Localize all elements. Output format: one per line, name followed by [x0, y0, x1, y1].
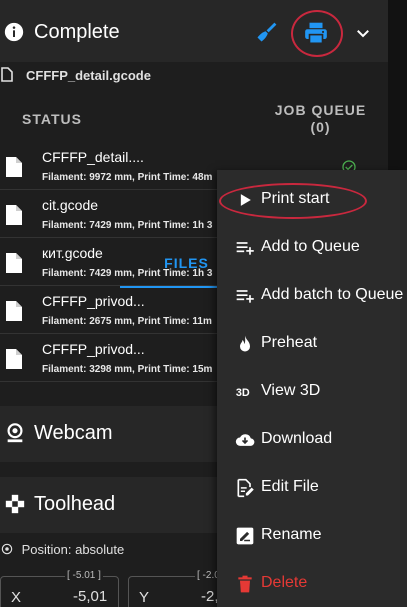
annotation-circle	[219, 183, 367, 219]
chevron-down-icon[interactable]	[354, 24, 372, 42]
playlist-add-icon	[236, 290, 254, 303]
menu-item-add-batch-to-queue[interactable]: Add batch to Queue	[217, 272, 407, 320]
broom-icon[interactable]	[255, 20, 279, 44]
file-icon	[6, 301, 22, 321]
trash-icon	[238, 575, 252, 593]
status-title: Complete	[34, 21, 120, 43]
menu-item-rename[interactable]: Rename	[217, 512, 407, 560]
3d-icon: 3D	[236, 387, 250, 399]
menu-label: Preheat	[261, 334, 318, 351]
playlist-add-icon	[236, 242, 254, 255]
tab-job-queue[interactable]: JOB QUEUE (0)	[253, 92, 388, 144]
x-value: -5,01	[73, 588, 108, 605]
file-meta: Filament: 3298 mm, Print Time: 15m	[42, 364, 213, 375]
y-position-field[interactable]: Y [ -2.0 -2,	[128, 570, 228, 607]
menu-label: Add batch to Queue	[261, 286, 404, 303]
menu-item-download[interactable]: Download	[217, 416, 407, 464]
menu-label: Download	[261, 430, 333, 447]
menu-label: Add to Queue	[261, 238, 360, 255]
toolhead-icon	[5, 494, 25, 514]
position-mode: Position: absolute	[0, 542, 124, 557]
file-meta: Filament: 9972 mm, Print Time: 48m	[42, 172, 213, 183]
file-meta: Filament: 7429 mm, Print Time: 1h 3	[42, 268, 213, 279]
fire-icon	[240, 335, 250, 352]
status-header: Complete	[0, 0, 388, 62]
file-name: CFFFP_privod...	[42, 293, 145, 309]
webcam-title: Webcam	[34, 422, 113, 444]
x-axis-label: X	[11, 589, 22, 606]
file-name: CFFFP_privod...	[42, 341, 145, 357]
file-icon	[6, 253, 22, 273]
menu-label: Edit File	[261, 478, 319, 495]
file-icon	[6, 349, 22, 369]
current-file: CFFFP_detail.gcode	[0, 62, 388, 88]
menu-label: Rename	[261, 526, 322, 543]
crosshair-icon	[1, 543, 13, 555]
x-target: [ -5.01 ]	[65, 570, 103, 581]
menu-item-add-to-queue[interactable]: Add to Queue	[217, 224, 407, 272]
cloud-download-icon	[235, 434, 255, 446]
info-icon	[4, 22, 24, 42]
y-axis-label: Y	[139, 589, 150, 606]
menu-item-view-3d[interactable]: 3D View 3D	[217, 368, 407, 416]
menu-label: View 3D	[261, 382, 321, 399]
file-context-menu: Print start Add to Queue Add batch to Qu…	[217, 170, 407, 607]
file-icon	[6, 157, 22, 177]
current-filename: CFFFP_detail.gcode	[26, 68, 151, 83]
position-mode-label: Position: absolute	[21, 542, 125, 557]
annotation-circle	[291, 10, 343, 57]
file-meta: Filament: 7429 mm, Print Time: 1h 3	[42, 220, 213, 231]
menu-label: Delete	[261, 574, 308, 591]
file-icon	[1, 67, 13, 82]
tab-job-queue-count: (0)	[310, 119, 331, 135]
file-icon	[6, 205, 22, 225]
webcam-icon	[7, 423, 23, 443]
file-meta: Filament: 2675 mm, Print Time: 11m	[42, 316, 212, 327]
file-name: кит.gcode	[42, 245, 103, 261]
file-edit-icon	[237, 478, 254, 498]
file-name: cit.gcode	[42, 197, 99, 213]
menu-item-delete[interactable]: Delete	[217, 560, 407, 607]
svg-text:3D: 3D	[236, 387, 250, 399]
rename-icon	[236, 527, 254, 545]
menu-item-preheat[interactable]: Preheat	[217, 320, 407, 368]
menu-item-edit-file[interactable]: Edit File	[217, 464, 407, 512]
tab-status[interactable]: STATUS	[0, 92, 104, 144]
toolhead-title: Toolhead	[34, 493, 116, 515]
x-position-field[interactable]: X [ -5.01 ] -5,01	[0, 570, 119, 607]
tab-job-queue-label: JOB QUEUE	[274, 102, 367, 118]
file-name: CFFFP_detail....	[42, 149, 144, 165]
tab-bar: STATUS FILES JOB QUEUE (0)	[0, 92, 388, 288]
y-value: -2,	[201, 588, 219, 605]
